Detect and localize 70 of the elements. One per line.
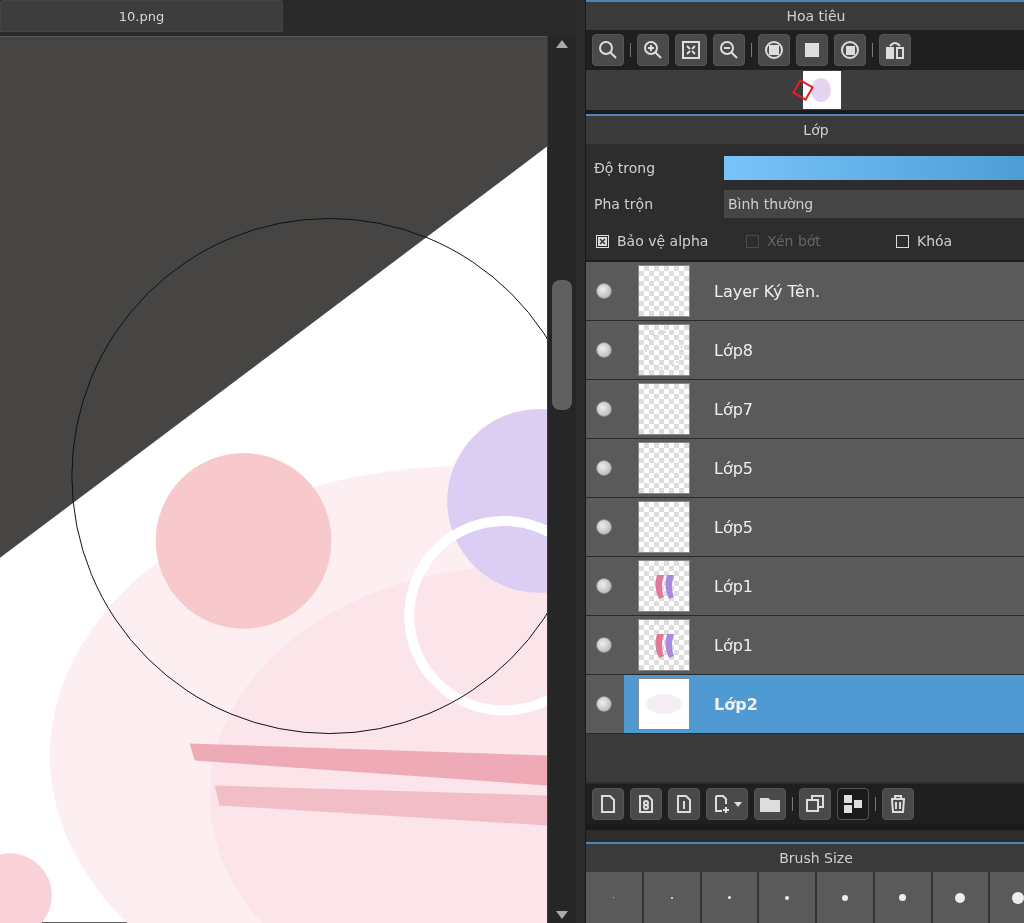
rotate-right-icon [839, 39, 861, 61]
brush-size-swatch[interactable] [932, 872, 989, 923]
fit-screen-icon [680, 39, 702, 61]
zoom-in-button[interactable] [637, 34, 669, 66]
layer-name: Lớp5 [714, 517, 754, 537]
flip-icon [884, 39, 906, 61]
option-checkbox[interactable]: Khóa [896, 233, 1024, 249]
reset-view-button[interactable] [796, 34, 828, 66]
layer-thumbnail [638, 265, 690, 317]
brush-size-swatch[interactable] [643, 872, 700, 923]
brush-size-swatch[interactable] [874, 872, 931, 923]
blend-mode-label: Pha trộn [594, 196, 655, 212]
option-checkbox[interactable]: Bảo vệ alpha [596, 233, 746, 249]
layer-thumbnail [638, 619, 690, 671]
fit-screen-button[interactable] [675, 34, 707, 66]
brush-size-swatch[interactable] [586, 872, 642, 923]
layer-name: Lớp7 [714, 399, 754, 419]
zoom-out-button[interactable] [713, 34, 745, 66]
visibility-toggle[interactable] [596, 460, 612, 476]
layer-thumbnail [638, 501, 690, 553]
new-layer-button[interactable] [592, 788, 624, 820]
layer-thumbnail [638, 560, 690, 612]
layer-name: Lớp8 [714, 340, 754, 360]
vertical-scrollbar[interactable] [547, 36, 576, 923]
zoom-out-icon [718, 39, 740, 61]
brush-size-swatch[interactable] [817, 872, 873, 923]
document-tab[interactable]: 10.png [0, 0, 283, 32]
caret-icon [734, 801, 742, 807]
layer-thumbnail [638, 383, 690, 435]
rotate-left-button[interactable] [758, 34, 790, 66]
layer-name: Lớp1 [714, 576, 754, 596]
zoom-in-icon [642, 39, 664, 61]
navigator-preview-drawing [791, 71, 841, 109]
panel-title: Hoa tiêu [586, 0, 1024, 30]
new-8bit-layer-button[interactable] [630, 788, 662, 820]
visibility-toggle[interactable] [596, 578, 612, 594]
opacity-slider[interactable] [724, 156, 1024, 180]
layer-name: Lớp5 [714, 458, 754, 478]
layer-name: Layer Ký Tên. [714, 281, 821, 301]
add-layer-menu-button[interactable] [706, 788, 748, 820]
visibility-toggle[interactable] [596, 696, 612, 712]
visibility-toggle[interactable] [596, 519, 612, 535]
rotate-left-icon [763, 39, 785, 61]
visibility-toggle[interactable] [596, 283, 612, 299]
new-folder-button[interactable] [754, 788, 786, 820]
opacity-label: Độ trong [594, 160, 657, 176]
panel-title: Lớp [586, 114, 1024, 144]
visibility-toggle[interactable] [596, 637, 612, 653]
zoom-actual-size-button[interactable] [592, 34, 624, 66]
merge-layer-button[interactable] [837, 788, 869, 820]
layer-name: Lớp1 [714, 635, 754, 655]
layer-thumbnail [638, 442, 690, 494]
brush-size-swatch[interactable] [701, 872, 758, 923]
panel-title: Brush Size [586, 842, 1024, 872]
delete-layer-button[interactable] [882, 788, 914, 820]
merge-icon [842, 793, 864, 815]
cross-icon [598, 236, 607, 246]
rotate-right-button[interactable] [834, 34, 866, 66]
visibility-toggle[interactable] [596, 342, 612, 358]
flip-button[interactable] [879, 34, 911, 66]
layer-thumbnail [638, 324, 690, 376]
layer-thumbnail [638, 678, 690, 730]
blend-mode-dropdown[interactable]: Bình thường [724, 190, 1024, 218]
new-1bit-layer-button[interactable] [668, 788, 700, 820]
brush-size-swatch[interactable] [759, 872, 815, 923]
visibility-toggle[interactable] [596, 401, 612, 417]
duplicate-layer-button[interactable] [799, 788, 831, 820]
layer-name: Lớp2 [714, 694, 758, 714]
duplicate-icon [804, 793, 826, 815]
magnifier-icon [597, 39, 619, 61]
